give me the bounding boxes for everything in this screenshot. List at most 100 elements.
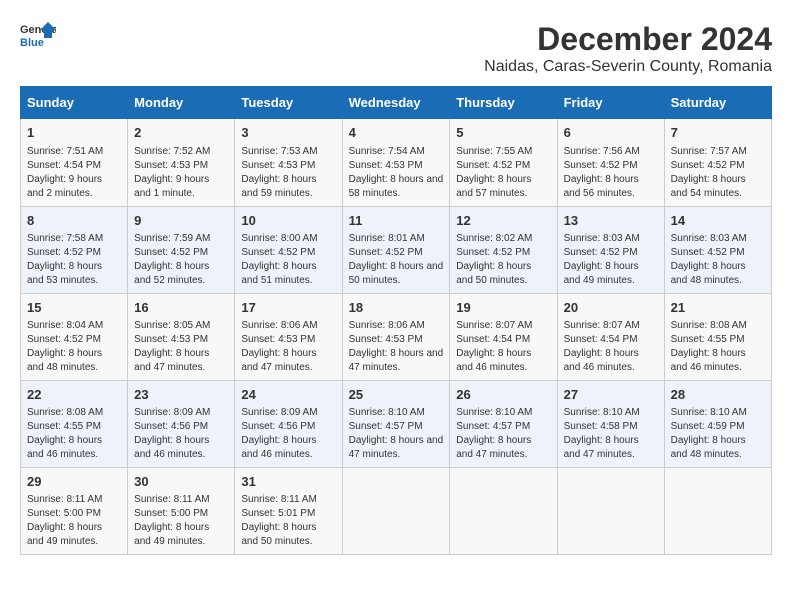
day-detail: Sunrise: 8:09 AM Sunset: 4:56 PM Dayligh… — [134, 406, 228, 462]
day-detail: Sunrise: 8:08 AM Sunset: 4:55 PM Dayligh… — [671, 319, 765, 375]
day-detail: Sunrise: 8:04 AM Sunset: 4:52 PM Dayligh… — [27, 319, 121, 375]
day-detail: Sunrise: 8:10 AM Sunset: 4:57 PM Dayligh… — [456, 406, 550, 462]
day-detail: Sunrise: 8:10 AM Sunset: 4:59 PM Dayligh… — [671, 406, 765, 462]
table-row: 15Sunrise: 8:04 AM Sunset: 4:52 PM Dayli… — [21, 293, 128, 380]
day-detail: Sunrise: 8:01 AM Sunset: 4:52 PM Dayligh… — [349, 232, 444, 288]
day-detail: Sunrise: 8:06 AM Sunset: 4:53 PM Dayligh… — [241, 319, 335, 375]
table-row: 12Sunrise: 8:02 AM Sunset: 4:52 PM Dayli… — [450, 206, 557, 293]
table-row: 4 Sunrise: 7:54 AM Sunset: 4:53 PM Daylig… — [342, 119, 450, 206]
table-row: 30Sunrise: 8:11 AM Sunset: 5:00 PM Dayli… — [128, 468, 235, 555]
col-monday: Monday — [128, 87, 235, 119]
day-number: 22 — [27, 386, 121, 404]
day-number: 4 — [349, 124, 444, 142]
table-row: 14 Sunrise: 8:03 AM Sunset: 4:52 PM Dayli… — [664, 206, 771, 293]
table-row: 19 Sunrise: 8:07 AM Sunset: 4:54 PM Dayli… — [450, 293, 557, 380]
day-number: 21 — [671, 299, 765, 317]
day-number: 24 — [241, 386, 335, 404]
col-friday: Friday — [557, 87, 664, 119]
table-row: 1 Sunrise: 7:51 AM Sunset: 4:54 PM Daylig… — [21, 119, 128, 206]
col-tuesday: Tuesday — [235, 87, 342, 119]
table-row: 27 Sunrise: 8:10 AM Sunset: 4:58 PM Dayli… — [557, 380, 664, 467]
table-row: 5Sunrise: 7:55 AM Sunset: 4:52 PM Daylig… — [450, 119, 557, 206]
svg-text:Blue: Blue — [20, 37, 44, 49]
day-detail: Sunrise: 8:11 AM Sunset: 5:00 PM Dayligh… — [27, 493, 121, 549]
day-number: 10 — [241, 212, 335, 230]
logo-icon: General Blue — [20, 20, 56, 50]
day-detail: Sunrise: 7:57 AM Sunset: 4:52 PM Dayligh… — [671, 145, 765, 201]
day-number: 17 — [241, 299, 335, 317]
main-title: December 2024 — [484, 20, 772, 58]
page-header: General Blue December 2024 Naidas, Caras… — [20, 20, 772, 76]
col-thursday: Thursday — [450, 87, 557, 119]
day-detail: Sunrise: 8:11 AM Sunset: 5:00 PM Dayligh… — [134, 493, 228, 549]
day-detail: Sunrise: 8:10 AM Sunset: 4:57 PM Dayligh… — [349, 406, 444, 462]
table-row: 13 Sunrise: 8:03 AM Sunset: 4:52 PM Dayli… — [557, 206, 664, 293]
table-row: 17 Sunrise: 8:06 AM Sunset: 4:53 PM Dayli… — [235, 293, 342, 380]
table-row: 7 Sunrise: 7:57 AM Sunset: 4:52 PM Daylig… — [664, 119, 771, 206]
table-row: 2 Sunrise: 7:52 AM Sunset: 4:53 PM Daylig… — [128, 119, 235, 206]
day-detail: Sunrise: 8:06 AM Sunset: 4:53 PM Dayligh… — [349, 319, 444, 375]
table-row: 28 Sunrise: 8:10 AM Sunset: 4:59 PM Dayli… — [664, 380, 771, 467]
logo: General Blue — [20, 20, 56, 50]
day-detail: Sunrise: 7:52 AM Sunset: 4:53 PM Dayligh… — [134, 145, 228, 201]
day-number: 12 — [456, 212, 550, 230]
table-row: 8Sunrise: 7:58 AM Sunset: 4:52 PM Daylig… — [21, 206, 128, 293]
day-number: 19 — [456, 299, 550, 317]
day-detail: Sunrise: 8:05 AM Sunset: 4:53 PM Dayligh… — [134, 319, 228, 375]
table-row: 10Sunrise: 8:00 AM Sunset: 4:52 PM Dayli… — [235, 206, 342, 293]
table-row — [450, 468, 557, 555]
day-number: 27 — [564, 386, 658, 404]
table-row: 11 Sunrise: 8:01 AM Sunset: 4:52 PM Dayli… — [342, 206, 450, 293]
day-detail: Sunrise: 8:03 AM Sunset: 4:52 PM Dayligh… — [671, 232, 765, 288]
table-row: 22Sunrise: 8:08 AM Sunset: 4:55 PM Dayli… — [21, 380, 128, 467]
table-row: 29Sunrise: 8:11 AM Sunset: 5:00 PM Dayli… — [21, 468, 128, 555]
table-row: 31 Sunrise: 8:11 AM Sunset: 5:01 PM Dayli… — [235, 468, 342, 555]
day-number: 5 — [456, 124, 550, 142]
day-number: 3 — [241, 124, 335, 142]
header-row: Sunday Monday Tuesday Wednesday Thursday… — [21, 87, 772, 119]
day-detail: Sunrise: 7:56 AM Sunset: 4:52 PM Dayligh… — [564, 145, 658, 201]
day-detail: Sunrise: 8:07 AM Sunset: 4:54 PM Dayligh… — [564, 319, 658, 375]
table-row: 23 Sunrise: 8:09 AM Sunset: 4:56 PM Dayli… — [128, 380, 235, 467]
day-number: 18 — [349, 299, 444, 317]
day-number: 1 — [27, 124, 121, 142]
table-row: 16 Sunrise: 8:05 AM Sunset: 4:53 PM Dayli… — [128, 293, 235, 380]
table-row: 21 Sunrise: 8:08 AM Sunset: 4:55 PM Dayli… — [664, 293, 771, 380]
table-row — [664, 468, 771, 555]
day-detail: Sunrise: 8:03 AM Sunset: 4:52 PM Dayligh… — [564, 232, 658, 288]
day-number: 25 — [349, 386, 444, 404]
day-detail: Sunrise: 7:54 AM Sunset: 4:53 PM Dayligh… — [349, 145, 444, 201]
day-number: 2 — [134, 124, 228, 142]
day-number: 9 — [134, 212, 228, 230]
table-row: 18 Sunrise: 8:06 AM Sunset: 4:53 PM Dayli… — [342, 293, 450, 380]
day-detail: Sunrise: 7:53 AM Sunset: 4:53 PM Dayligh… — [241, 145, 335, 201]
day-number: 31 — [241, 473, 335, 491]
table-row: 24 Sunrise: 8:09 AM Sunset: 4:56 PM Dayli… — [235, 380, 342, 467]
day-number: 14 — [671, 212, 765, 230]
col-saturday: Saturday — [664, 87, 771, 119]
day-detail: Sunrise: 7:51 AM Sunset: 4:54 PM Dayligh… — [27, 145, 121, 201]
day-detail: Sunrise: 8:11 AM Sunset: 5:01 PM Dayligh… — [241, 493, 335, 549]
day-number: 28 — [671, 386, 765, 404]
table-row: 3 Sunrise: 7:53 AM Sunset: 4:53 PM Daylig… — [235, 119, 342, 206]
calendar-table: Sunday Monday Tuesday Wednesday Thursday… — [20, 86, 772, 555]
day-number: 16 — [134, 299, 228, 317]
subtitle: Naidas, Caras-Severin County, Romania — [484, 58, 772, 76]
title-section: December 2024 Naidas, Caras-Severin Coun… — [484, 20, 772, 76]
day-detail: Sunrise: 8:09 AM Sunset: 4:56 PM Dayligh… — [241, 406, 335, 462]
day-number: 13 — [564, 212, 658, 230]
table-row — [342, 468, 450, 555]
col-sunday: Sunday — [21, 87, 128, 119]
table-row: 25 Sunrise: 8:10 AM Sunset: 4:57 PM Dayli… — [342, 380, 450, 467]
day-number: 23 — [134, 386, 228, 404]
table-row: 20 Sunrise: 8:07 AM Sunset: 4:54 PM Dayli… — [557, 293, 664, 380]
day-detail: Sunrise: 8:10 AM Sunset: 4:58 PM Dayligh… — [564, 406, 658, 462]
day-detail: Sunrise: 8:07 AM Sunset: 4:54 PM Dayligh… — [456, 319, 550, 375]
table-row: 26Sunrise: 8:10 AM Sunset: 4:57 PM Dayli… — [450, 380, 557, 467]
day-number: 11 — [349, 212, 444, 230]
day-number: 20 — [564, 299, 658, 317]
day-number: 6 — [564, 124, 658, 142]
table-row: 9Sunrise: 7:59 AM Sunset: 4:52 PM Daylig… — [128, 206, 235, 293]
day-number: 7 — [671, 124, 765, 142]
col-wednesday: Wednesday — [342, 87, 450, 119]
